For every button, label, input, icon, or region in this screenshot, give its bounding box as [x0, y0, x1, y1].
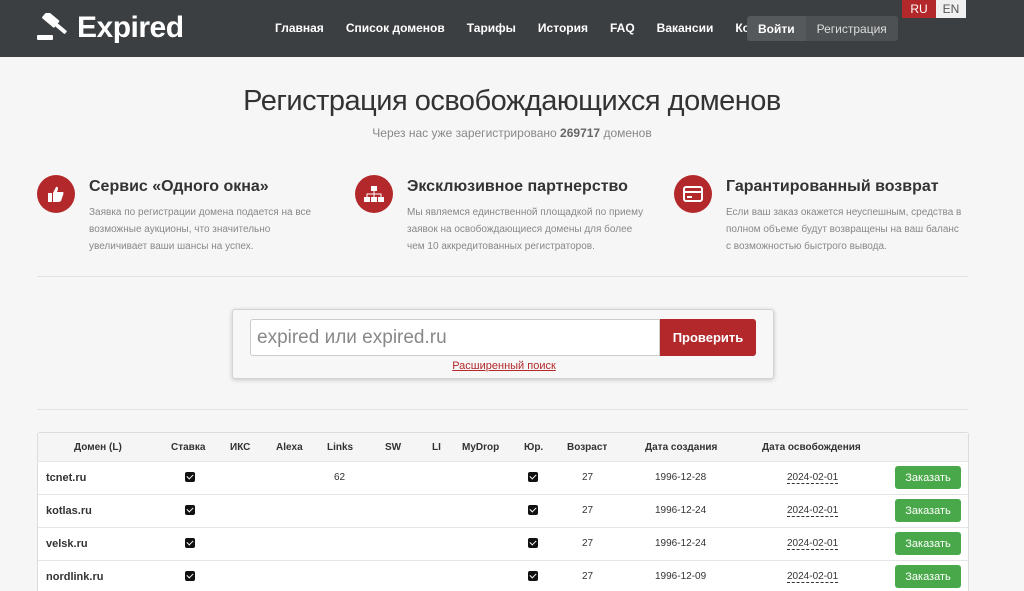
section-divider: [37, 276, 968, 277]
release-date[interactable]: 2024-02-01: [787, 538, 839, 550]
legal-checkbox: [528, 538, 538, 551]
register-button[interactable]: Регистрация: [805, 16, 898, 41]
subtitle-suffix: доменов: [603, 126, 652, 140]
nav-vacancies[interactable]: Вакансии: [646, 15, 725, 41]
order-button[interactable]: Заказать: [895, 499, 961, 522]
advanced-search-link[interactable]: Расширенный поиск: [452, 360, 556, 372]
links-value: 62: [334, 472, 346, 483]
col-domain[interactable]: Домен (L): [74, 442, 122, 453]
nav-home[interactable]: Главная: [264, 15, 335, 41]
age-value: 27: [582, 472, 594, 483]
feature-title: Сервис «Одного окна»: [89, 178, 269, 195]
release-date[interactable]: 2024-02-01: [787, 571, 839, 583]
domain-search-input[interactable]: [250, 319, 660, 356]
domain-name[interactable]: nordlink.ru: [46, 571, 103, 583]
domain-name[interactable]: kotlas.ru: [46, 505, 92, 517]
table-header-row: Домен (L) Ставка ИКС Alexa Links SW LI M…: [38, 433, 968, 462]
table-row: kotlas.ru 27 1996-12-24 2024-02-01 Заказ…: [38, 495, 968, 528]
subtitle-prefix: Через нас уже зарегистрировано: [372, 126, 557, 140]
credit-card-icon: [674, 175, 712, 213]
table-row: nordlink.ru 27 1996-12-09 2024-02-01 Зак…: [38, 561, 968, 591]
bid-checkbox: [185, 472, 195, 485]
top-header: Expired Главная Список доменов Тарифы Ис…: [0, 0, 1024, 57]
release-date[interactable]: 2024-02-01: [787, 472, 839, 484]
created-date: 1996-12-24: [655, 505, 707, 516]
nav-domain-list[interactable]: Список доменов: [335, 15, 456, 41]
check-button[interactable]: Проверить: [660, 319, 756, 356]
feature-title: Эксклюзивное партнерство: [407, 178, 628, 195]
logo-text: Expired: [77, 11, 184, 44]
page-title: Регистрация освобождающихся доменов: [243, 85, 781, 117]
legal-checkbox: [528, 472, 538, 485]
domain-name[interactable]: tcnet.ru: [46, 472, 86, 484]
col-bid[interactable]: Ставка: [171, 442, 205, 453]
site-logo[interactable]: Expired: [37, 11, 184, 45]
col-alexa[interactable]: Alexa: [276, 442, 303, 453]
order-button[interactable]: Заказать: [895, 466, 961, 489]
age-value: 27: [582, 505, 594, 516]
col-mydrop[interactable]: MyDrop: [462, 442, 499, 453]
order-button[interactable]: Заказать: [895, 532, 961, 555]
registered-count-text: Через нас уже зарегистрировано 269717 до…: [0, 126, 1024, 140]
table-row: tcnet.ru 62 27 1996-12-28 2024-02-01 Зак…: [38, 462, 968, 495]
domain-name[interactable]: velsk.ru: [46, 538, 88, 550]
feature-title: Гарантированный возврат: [726, 178, 939, 195]
nav-tariffs[interactable]: Тарифы: [456, 15, 527, 41]
bid-checkbox: [185, 571, 195, 584]
main-nav: Главная Список доменов Тарифы История FA…: [264, 15, 803, 41]
order-button[interactable]: Заказать: [895, 565, 961, 588]
col-sw[interactable]: SW: [385, 442, 401, 453]
domains-table: Домен (L) Ставка ИКС Alexa Links SW LI M…: [37, 432, 969, 591]
bid-checkbox: [185, 505, 195, 518]
col-iks[interactable]: ИКС: [230, 442, 250, 453]
table-row: velsk.ru 27 1996-12-24 2024-02-01 Заказа…: [38, 528, 968, 561]
gavel-icon: [37, 13, 67, 40]
section-divider: [37, 409, 968, 410]
nav-faq[interactable]: FAQ: [599, 15, 646, 41]
col-legal[interactable]: Юр.: [524, 442, 543, 453]
created-date: 1996-12-24: [655, 538, 707, 549]
auth-buttons: Войти Регистрация: [747, 16, 898, 41]
lang-ru-button[interactable]: RU: [902, 0, 936, 18]
bid-checkbox: [185, 538, 195, 551]
created-date: 1996-12-09: [655, 571, 707, 582]
age-value: 27: [582, 571, 594, 582]
col-age[interactable]: Возраст: [567, 442, 607, 453]
created-date: 1996-12-28: [655, 472, 707, 483]
advanced-search-wrap: Расширенный поиск: [233, 360, 775, 372]
registered-count: 269717: [560, 126, 601, 140]
feature-text: Если ваш заказ окажется неуспешным, сред…: [726, 207, 962, 252]
thumbs-up-icon: [37, 175, 75, 213]
feature-text: Мы являемся единственной площадкой по пр…: [407, 207, 644, 252]
age-value: 27: [582, 538, 594, 549]
lang-en-button[interactable]: EN: [936, 0, 966, 18]
domain-search-panel: Проверить Расширенный поиск: [232, 309, 774, 379]
language-switcher: RU EN: [902, 0, 966, 18]
col-links[interactable]: Links: [327, 442, 353, 453]
col-li[interactable]: LI: [432, 442, 441, 453]
nav-history[interactable]: История: [527, 15, 599, 41]
feature-text: Заявка по регистрации домена подается на…: [89, 207, 312, 252]
col-created[interactable]: Дата создания: [645, 442, 717, 453]
release-date[interactable]: 2024-02-01: [787, 505, 839, 517]
col-release[interactable]: Дата освобождения: [762, 442, 861, 453]
sitemap-icon: [355, 175, 393, 213]
login-button[interactable]: Войти: [747, 16, 806, 41]
legal-checkbox: [528, 505, 538, 518]
legal-checkbox: [528, 571, 538, 584]
